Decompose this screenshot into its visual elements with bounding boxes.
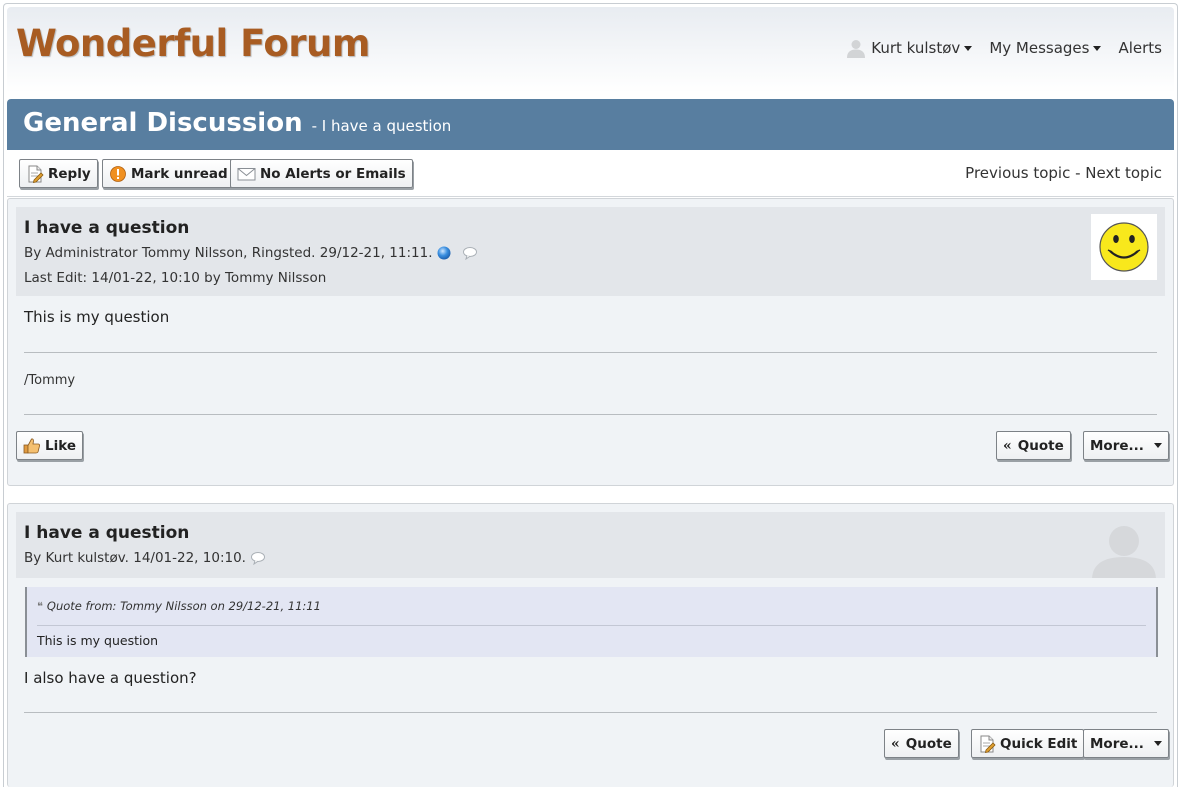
default-avatar-icon[interactable] — [1091, 522, 1157, 578]
post-body: I also have a question? — [24, 669, 197, 687]
user-menu[interactable]: Kurt kulstøv — [846, 38, 973, 58]
chevron-down-icon — [1153, 741, 1162, 746]
quote-label: Quote — [1017, 437, 1064, 454]
quote-mark-icon: ❝ — [37, 599, 43, 613]
post-header: I have a question By Administrator Tommy… — [16, 207, 1165, 296]
thumbs-up-icon — [23, 438, 41, 453]
quick-edit-label: Quick Edit — [1000, 735, 1078, 752]
post-meta: By Kurt kulstøv. 14/01-22, 10:10. — [24, 550, 266, 566]
site-header: Wonderful Forum Kurt kulstøv My Messages… — [7, 7, 1174, 93]
more-button[interactable]: More... — [1083, 729, 1169, 758]
chevron-down-icon — [964, 45, 973, 51]
quote-icon: « — [891, 735, 900, 752]
reply-icon — [28, 165, 44, 183]
no-alerts-button[interactable]: No Alerts or Emails — [230, 159, 413, 188]
chevron-down-icon — [1153, 443, 1162, 448]
last-edit: Last Edit: 14/01-22, 10:10 by Tommy Nils… — [24, 270, 327, 286]
forum-title[interactable]: General Discussion — [23, 108, 303, 138]
mark-unread-button[interactable]: Mark unread — [102, 159, 235, 188]
post-meta-text: By Administrator Tommy Nilsson, Ringsted… — [24, 245, 433, 261]
chevron-down-icon — [1093, 45, 1102, 51]
envelope-icon — [237, 167, 256, 180]
site-title[interactable]: Wonderful Forum — [16, 22, 370, 65]
message-bubble-icon[interactable] — [462, 246, 478, 260]
like-label: Like — [45, 437, 77, 454]
more-label: More... — [1090, 735, 1144, 752]
reply-button[interactable]: Reply — [19, 159, 98, 188]
messages-menu-label: My Messages — [989, 39, 1090, 57]
alerts-link[interactable]: Alerts — [1118, 39, 1162, 57]
quote-header-text: Quote from: Tommy Nilsson on 29/12-21, 1… — [46, 599, 321, 613]
more-button[interactable]: More... — [1083, 431, 1169, 460]
quote-button[interactable]: « Quote — [884, 729, 959, 758]
user-menu-label: Kurt kulstøv — [871, 39, 961, 57]
post-body: This is my question — [24, 308, 170, 326]
quote-label: Quote — [905, 735, 952, 752]
message-bubble-icon[interactable] — [250, 551, 266, 565]
more-label: More... — [1090, 437, 1144, 454]
quote-divider — [37, 625, 1146, 626]
no-alerts-label: No Alerts or Emails — [260, 165, 406, 182]
online-status-icon — [437, 246, 450, 260]
quick-edit-button[interactable]: Quick Edit — [971, 729, 1085, 758]
messages-menu[interactable]: My Messages — [989, 39, 1102, 57]
topic-subtitle: - I have a question — [311, 117, 452, 135]
divider — [24, 712, 1157, 713]
reply-label: Reply — [48, 165, 91, 182]
next-topic-link[interactable]: Next topic — [1085, 164, 1162, 182]
post-meta-text: By Kurt kulstøv. 14/01-22, 10:10. — [24, 550, 246, 566]
post-signature: /Tommy — [24, 373, 76, 388]
forum-title-bar: General Discussion - I have a question — [7, 99, 1174, 150]
quote-icon: « — [1003, 437, 1012, 454]
quote-block: ❝ Quote from: Tommy Nilsson on 29/12-21,… — [25, 587, 1158, 657]
smiley-avatar[interactable] — [1091, 214, 1157, 280]
divider — [24, 414, 1157, 415]
previous-topic-link[interactable]: Previous topic — [965, 164, 1070, 182]
warning-icon — [110, 165, 126, 182]
post-title: I have a question — [24, 218, 190, 238]
topic-navigation: Previous topic - Next topic — [965, 164, 1162, 182]
user-avatar-icon — [847, 40, 866, 58]
post-title: I have a question — [24, 523, 190, 543]
top-nav: Kurt kulstøv My Messages Alerts — [829, 38, 1162, 58]
post-header: I have a question By Kurt kulstøv. 14/01… — [16, 512, 1165, 578]
quote-button[interactable]: « Quote — [996, 431, 1071, 460]
edit-icon — [980, 735, 996, 753]
like-button[interactable]: Like — [16, 431, 84, 460]
topic-nav-separator: - — [1070, 164, 1086, 182]
post: I have a question By Administrator Tommy… — [7, 198, 1174, 486]
topic-toolbar: Reply Mark unread No Alerts or Emails Pr… — [7, 150, 1174, 197]
quote-header: ❝ Quote from: Tommy Nilsson on 29/12-21,… — [37, 599, 321, 613]
divider — [24, 352, 1157, 353]
post: I have a question By Kurt kulstøv. 14/01… — [7, 503, 1174, 787]
quote-text: This is my question — [37, 633, 159, 648]
post-meta: By Administrator Tommy Nilsson, Ringsted… — [24, 245, 478, 261]
mark-unread-label: Mark unread — [131, 165, 228, 182]
alerts-label: Alerts — [1118, 39, 1162, 57]
